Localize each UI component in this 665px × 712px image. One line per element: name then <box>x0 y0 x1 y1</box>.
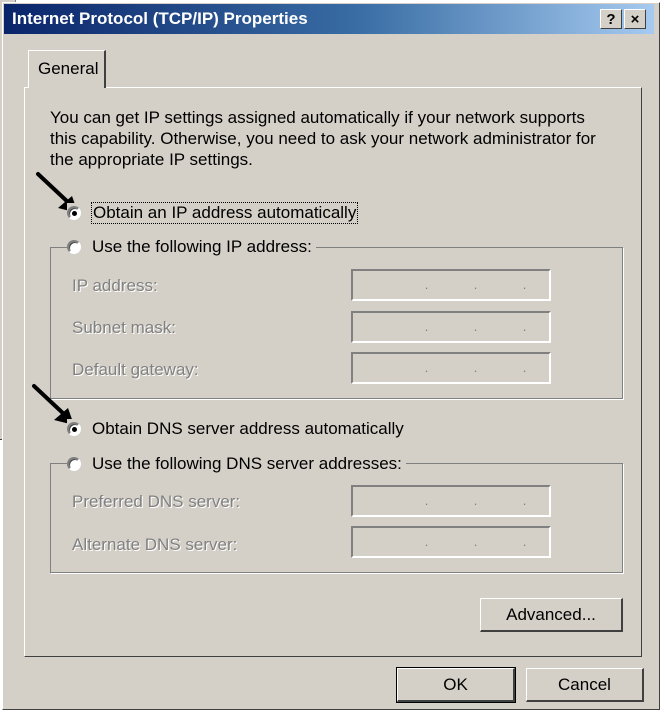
advanced-button-label: Advanced... <box>506 604 596 624</box>
close-button[interactable]: × <box>624 9 646 29</box>
preferred-dns-input[interactable]: ... <box>351 485 551 517</box>
advanced-button[interactable]: Advanced... <box>480 598 623 632</box>
default-gateway-input[interactable]: ... <box>351 352 551 384</box>
ip-auto-option[interactable]: Obtain an IP address automatically <box>67 202 362 224</box>
ok-button-label: OK <box>443 674 468 694</box>
ip-address-input[interactable]: ... <box>351 269 551 301</box>
alternate-dns-input[interactable]: ... <box>351 526 551 558</box>
preferred-dns-label: Preferred DNS server: <box>72 492 241 511</box>
selected-dot-icon <box>71 210 77 216</box>
dns-manual-radio[interactable] <box>67 457 81 471</box>
ip-address-label: IP address: <box>72 276 158 295</box>
dns-manual-option[interactable]: Use the following DNS server addresses: <box>67 454 406 474</box>
cancel-button[interactable]: Cancel <box>526 668 644 702</box>
dns-manual-label: Use the following DNS server addresses: <box>92 454 402 473</box>
dns-auto-radio[interactable] <box>67 422 81 436</box>
title-bar[interactable]: Internet Protocol (TCP/IP) Properties ? … <box>4 4 654 34</box>
dns-auto-label: Obtain DNS server address automatically <box>92 419 404 438</box>
subnet-mask-label: Subnet mask: <box>72 318 176 337</box>
tab-general-label: General <box>38 59 99 78</box>
ip-auto-label: Obtain an IP address automatically <box>90 202 359 224</box>
close-icon: × <box>630 10 640 28</box>
selected-dot-icon <box>71 426 77 432</box>
ok-button[interactable]: OK <box>396 667 516 703</box>
ip-manual-option[interactable]: Use the following IP address: <box>67 237 316 257</box>
subnet-mask-input[interactable]: ... <box>351 311 551 343</box>
window-title: Internet Protocol (TCP/IP) Properties <box>12 9 308 28</box>
ip-manual-radio[interactable] <box>67 240 81 254</box>
cancel-button-label: Cancel <box>558 674 611 694</box>
default-gateway-label: Default gateway: <box>72 360 199 379</box>
ip-manual-label: Use the following IP address: <box>92 237 312 256</box>
alternate-dns-label: Alternate DNS server: <box>72 535 238 554</box>
tab-general[interactable]: General <box>28 50 106 88</box>
dns-auto-option[interactable]: Obtain DNS server address automatically <box>67 419 408 439</box>
help-icon: ? <box>606 10 616 28</box>
intro-text: You can get IP settings assigned automat… <box>50 108 596 169</box>
ip-auto-radio[interactable] <box>67 206 81 220</box>
help-button[interactable]: ? <box>600 9 622 29</box>
